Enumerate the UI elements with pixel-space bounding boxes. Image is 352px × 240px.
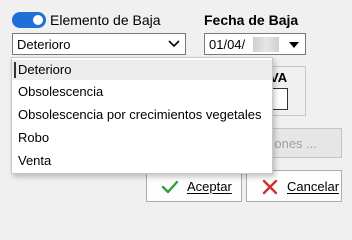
cancelar-button-label: Cancelar — [287, 179, 340, 194]
check-icon — [161, 180, 179, 194]
baja-toggle[interactable] — [12, 12, 46, 28]
dropdown-option-obsolescencia-vegetales[interactable]: Obsolescencia por crecimientos vegetales — [12, 105, 272, 125]
dropdown-option-venta[interactable]: Venta — [12, 151, 272, 171]
dropdown-option-label: Obsolescencia — [18, 84, 104, 99]
opciones-button-label: ones ... — [274, 136, 317, 151]
dropdown-option-label: Deterioro — [18, 62, 72, 77]
fecha-baja-value: 01/04/ — [209, 37, 246, 52]
aceptar-button[interactable]: Aceptar — [146, 170, 242, 202]
dropdown-option-obsolescencia[interactable]: Obsolescencia — [12, 82, 272, 102]
fecha-baja-field[interactable]: 01/04/ — [204, 33, 306, 55]
dropdown-option-label: Obsolescencia por crecimientos vegetales — [18, 107, 262, 122]
dropdown-option-label: Venta — [18, 153, 52, 168]
baja-toggle-label: Elemento de Baja — [50, 12, 161, 28]
motivo-combo[interactable]: Deterioro — [12, 33, 186, 55]
close-icon — [262, 179, 278, 195]
fecha-baja-label: Fecha de Baja — [204, 12, 299, 28]
dropdown-option-label: Robo — [18, 130, 50, 145]
motivo-dropdown-list[interactable]: Deterioro Obsolescencia Obsolescencia po… — [11, 57, 273, 174]
toggle-knob — [33, 15, 43, 25]
motivo-combo-value: Deterioro — [17, 37, 71, 52]
aceptar-button-label: Aceptar — [187, 179, 232, 194]
chevron-down-icon — [168, 40, 180, 48]
dropdown-option-robo[interactable]: Robo — [12, 128, 272, 148]
dropdown-option-deterioro[interactable]: Deterioro — [12, 60, 272, 80]
redacted-year — [253, 37, 279, 52]
cancelar-button[interactable]: Cancelar — [246, 170, 342, 202]
dropdown-arrow-icon[interactable] — [289, 42, 299, 48]
